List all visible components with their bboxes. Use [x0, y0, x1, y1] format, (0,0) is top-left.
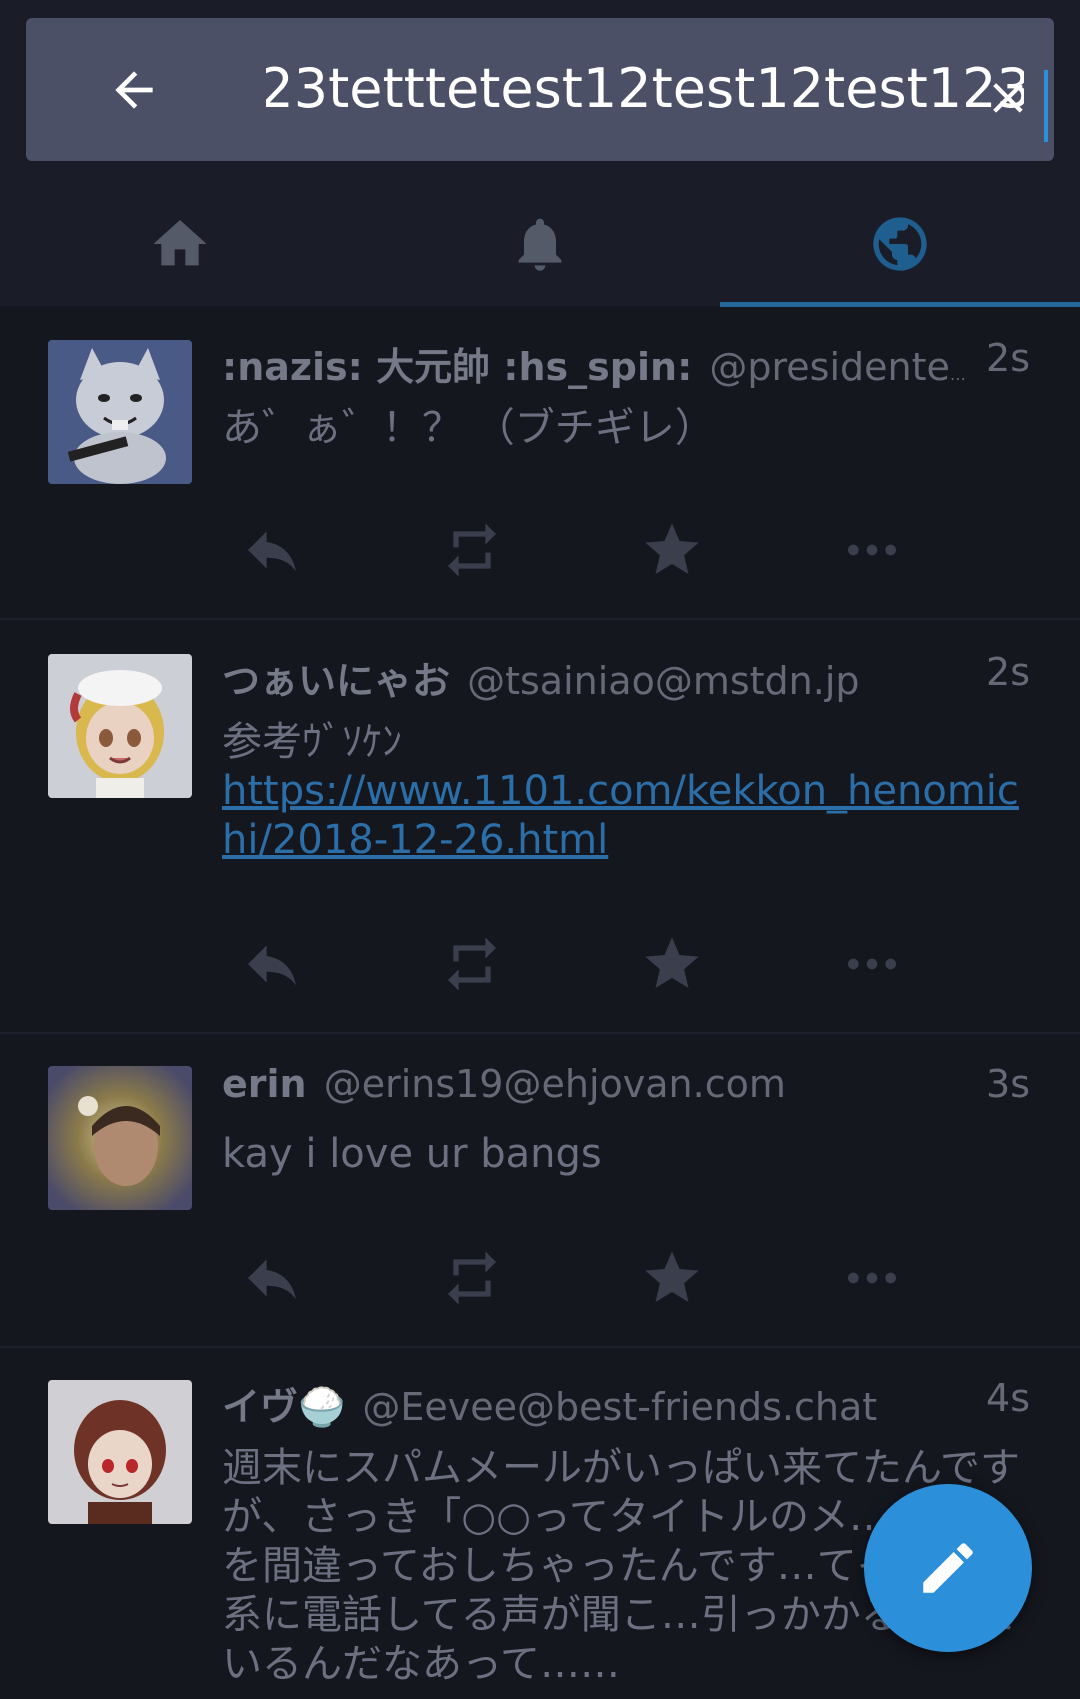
status-text: 参考ｳﾞｿｹﾝ https://www.1101.com/kekkon_heno…	[222, 718, 1030, 865]
display-name[interactable]: イヴ🍚	[222, 1385, 345, 1429]
avatar[interactable]	[48, 340, 192, 484]
reply-icon[interactable]	[232, 514, 312, 586]
account-handle[interactable]: @erins19@ehjovan.com	[324, 1062, 786, 1106]
status-content: つぁいにゃお @tsainiao@mstdn.jp 2s 参考ｳﾞｿｹﾝ htt…	[222, 650, 1030, 865]
star-icon[interactable]	[632, 1242, 712, 1314]
status-header: :nazis: 大元帥 :hs_spin: @presidente_… 2s	[222, 336, 1030, 389]
boost-icon[interactable]	[432, 514, 512, 586]
status-actions	[222, 514, 922, 586]
status-header: erin @erins19@ehjovan.com 3s	[222, 1062, 1030, 1112]
status-link[interactable]: https://www.1101.com/kekkon_henomichi/20…	[222, 768, 1019, 863]
display-name[interactable]: :nazis: 大元帥 :hs_spin:	[222, 345, 692, 389]
account-handle[interactable]: @presidente_…	[709, 345, 982, 389]
more-icon[interactable]	[832, 1242, 912, 1314]
status-header: イヴ🍚 @Eevee@best-friends.chat 4s	[222, 1376, 1030, 1429]
pencil-icon	[923, 1543, 973, 1593]
display-name[interactable]: つぁいにゃお	[222, 659, 450, 703]
arrow-left-icon[interactable]	[104, 62, 164, 118]
avatar[interactable]	[48, 654, 192, 798]
home-icon	[153, 220, 207, 266]
status-content: :nazis: 大元帥 :hs_spin: @presidente_… 2s あ…	[222, 336, 1030, 453]
status-actions	[222, 1242, 922, 1314]
status-item[interactable]: つぁいにゃお @tsainiao@mstdn.jp 2s 参考ｳﾞｿｹﾝ htt…	[0, 618, 1080, 1032]
divider	[0, 1346, 1080, 1348]
star-icon[interactable]	[632, 928, 712, 1000]
more-icon[interactable]	[832, 514, 912, 586]
timestamp[interactable]: 3s	[986, 1062, 1030, 1106]
status-item[interactable]: :nazis: 大元帥 :hs_spin: @presidente_… 2s あ…	[0, 306, 1080, 618]
tab-home[interactable]	[0, 182, 360, 306]
account-handle[interactable]: @tsainiao@mstdn.jp	[467, 659, 859, 703]
boost-icon[interactable]	[432, 1242, 512, 1314]
text-cursor	[1044, 70, 1048, 142]
status-content: erin @erins19@ehjovan.com 3s kay i love …	[222, 1062, 1030, 1179]
close-icon[interactable]	[986, 76, 1030, 120]
account-handle[interactable]: @Eevee@best-friends.chat	[362, 1385, 877, 1429]
status-text: あ゛ぁ゛！？ （ブチギレ）	[222, 405, 715, 451]
avatar[interactable]	[48, 1066, 192, 1210]
bell-icon	[518, 218, 562, 271]
boost-icon[interactable]	[432, 928, 512, 1000]
reply-icon[interactable]	[232, 928, 312, 1000]
tab-bar	[0, 182, 1080, 307]
compose-button[interactable]	[864, 1484, 1032, 1652]
status-header: つぁいにゃお @tsainiao@mstdn.jp 2s	[222, 650, 1030, 703]
globe-icon	[873, 217, 927, 271]
reply-icon[interactable]	[232, 1242, 312, 1314]
search-input[interactable]: est123tetttetest12test12test123t	[266, 18, 1024, 161]
timestamp[interactable]: 4s	[986, 1376, 1030, 1420]
status-text-line: 参考ｳﾞｿｹﾝ	[222, 719, 402, 765]
star-icon[interactable]	[632, 514, 712, 586]
search-bar: est123tetttetest12test12test123t	[26, 18, 1054, 161]
status-actions	[222, 928, 922, 1000]
status-item[interactable]: erin @erins19@ehjovan.com 3s kay i love …	[0, 1032, 1080, 1346]
display-name[interactable]: erin	[222, 1062, 307, 1106]
divider	[0, 1032, 1080, 1034]
tab-federated[interactable]	[720, 182, 1080, 306]
timestamp[interactable]: 2s	[986, 336, 1030, 380]
tab-notifications[interactable]	[360, 182, 720, 306]
more-icon[interactable]	[832, 928, 912, 1000]
status-text: kay i love ur bangs	[222, 1131, 602, 1177]
avatar[interactable]	[48, 1380, 192, 1524]
divider	[0, 618, 1080, 620]
search-query[interactable]: est123tetttetest12test12test123t	[266, 54, 1024, 124]
timestamp[interactable]: 2s	[986, 650, 1030, 694]
